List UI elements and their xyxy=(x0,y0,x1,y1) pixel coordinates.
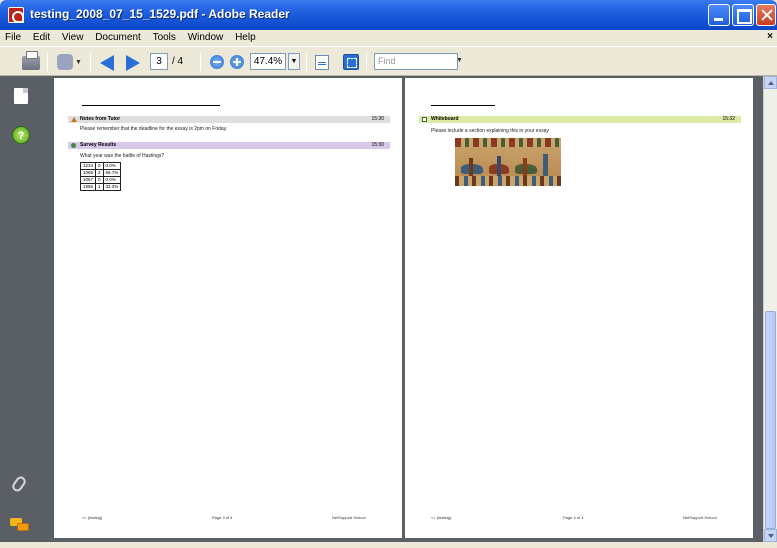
fit-page-icon[interactable] xyxy=(315,55,329,70)
title-bar[interactable]: testing_2008_07_15_1529.pdf - Adobe Read… xyxy=(0,0,777,30)
find-input[interactable]: Find xyxy=(374,53,458,70)
page-rule xyxy=(82,105,220,106)
table-row: 1234 0 0.0% xyxy=(79,162,122,170)
whiteboard-icon xyxy=(422,117,427,122)
menu-file[interactable]: File xyxy=(0,30,25,43)
page-3: Notes from Tutor 15:30 Please remember t… xyxy=(54,78,402,538)
menu-help[interactable]: Help xyxy=(230,30,260,43)
find-dropdown-icon[interactable]: ▼ xyxy=(456,57,463,64)
menu-view[interactable]: View xyxy=(57,30,88,43)
bayeux-tapestry-image xyxy=(455,138,561,186)
navigation-panel: ? xyxy=(0,76,44,542)
notes-section-header: Notes from Tutor 15:30 xyxy=(68,116,390,123)
page-footer-center: Page 4 of 4 xyxy=(563,515,584,520)
table-row: 1066 2 66.7% xyxy=(79,169,122,177)
zoom-out-icon[interactable] xyxy=(210,55,224,69)
toolbar-separator xyxy=(200,53,201,71)
page-footer-right: NetSupport School xyxy=(332,515,366,520)
window-title: testing_2008_07_15_1529.pdf - Adobe Read… xyxy=(30,7,290,21)
close-document-button[interactable]: × xyxy=(767,31,773,42)
whiteboard-section-header: Whiteboard 15:32 xyxy=(419,116,741,123)
survey-time: 15:30 xyxy=(371,142,384,148)
table-cell: 2 xyxy=(95,169,104,177)
notes-body: Please remember that the deadline for th… xyxy=(80,126,228,132)
toolbar-separator xyxy=(47,53,48,71)
help-icon[interactable]: ? xyxy=(12,126,30,144)
zoom-in-icon[interactable] xyxy=(230,55,244,69)
maximize-button[interactable] xyxy=(732,4,754,26)
scroll-down-button[interactable] xyxy=(764,529,777,542)
page-footer-left: << (testing) xyxy=(431,515,452,520)
vertical-scrollbar[interactable] xyxy=(763,76,777,542)
document-area[interactable]: Notes from Tutor 15:30 Please remember t… xyxy=(44,76,763,542)
zoom-dropdown-icon[interactable]: ▼ xyxy=(288,53,300,70)
pages-icon[interactable] xyxy=(14,88,28,104)
table-row: 1956 1 33.3% xyxy=(79,183,122,191)
scroll-up-button[interactable] xyxy=(764,76,777,89)
survey-question: What year was the battle of Hastings? xyxy=(80,153,165,159)
table-row: 1067 0 0.0% xyxy=(79,176,122,184)
notes-icon xyxy=(71,117,77,122)
page-rule xyxy=(431,105,495,106)
chevron-down-icon[interactable]: ▼ xyxy=(75,59,82,66)
notes-title: Notes from Tutor xyxy=(80,116,121,122)
table-cell: 0.0% xyxy=(102,176,122,184)
menu-tools[interactable]: Tools xyxy=(148,30,180,43)
table-cell: 0.0% xyxy=(102,162,122,170)
survey-table: 1234 0 0.0% 1066 2 66.7% 1067 0 0.0% 195… xyxy=(79,162,122,191)
survey-section-header: Survey Results 15:30 xyxy=(68,142,390,149)
table-cell: 0 xyxy=(95,176,104,184)
toolbar-separator xyxy=(306,53,307,71)
adobe-reader-icon[interactable] xyxy=(8,7,24,23)
scroll-thumb[interactable] xyxy=(765,311,776,529)
toolbar: ▼ 3 / 4 47.4% ▼ Find ▼ xyxy=(0,46,777,76)
minimize-button[interactable] xyxy=(708,4,730,26)
page-footer-center: Page 3 of 4 xyxy=(212,515,233,520)
toolbar-separator xyxy=(90,53,91,71)
table-cell: 1234 xyxy=(79,162,97,170)
whiteboard-time: 15:32 xyxy=(722,116,735,122)
menu-bar: File Edit View Document Tools Window Hel… xyxy=(0,30,777,46)
table-cell: 33.3% xyxy=(102,183,122,191)
survey-title: Survey Results xyxy=(80,142,117,148)
survey-icon xyxy=(71,143,76,148)
table-cell: 1067 xyxy=(79,176,97,184)
whiteboard-title: Whiteboard xyxy=(431,116,459,122)
comments-icon[interactable] xyxy=(10,518,30,532)
notes-time: 15:30 xyxy=(371,116,384,122)
table-cell: 66.7% xyxy=(102,169,122,177)
page-footer-left: << (testing) xyxy=(82,515,103,520)
page-total: / 4 xyxy=(172,56,184,67)
table-cell: 1 xyxy=(95,183,104,191)
table-cell: 0 xyxy=(95,162,104,170)
next-page-icon[interactable] xyxy=(126,55,140,71)
zoom-input[interactable]: 47.4% xyxy=(250,53,286,70)
table-cell: 1066 xyxy=(79,169,97,177)
menu-document[interactable]: Document xyxy=(90,30,145,43)
whiteboard-body: Please include a section explaining this… xyxy=(431,128,549,134)
previous-page-icon[interactable] xyxy=(100,55,114,71)
page-number-input[interactable]: 3 xyxy=(150,53,168,70)
page-4: Whiteboard 15:32 Please include a sectio… xyxy=(405,78,753,538)
menu-window[interactable]: Window xyxy=(183,30,228,43)
full-screen-icon[interactable] xyxy=(343,54,359,70)
paperclip-icon[interactable] xyxy=(10,474,28,494)
table-cell: 1956 xyxy=(79,183,97,191)
toolbar-separator xyxy=(366,53,367,71)
page-footer-right: NetSupport School xyxy=(683,515,717,520)
menu-edit[interactable]: Edit xyxy=(28,30,54,43)
print-icon[interactable] xyxy=(22,51,40,70)
close-button[interactable] xyxy=(756,4,776,26)
hand-tool-icon[interactable] xyxy=(57,54,73,70)
